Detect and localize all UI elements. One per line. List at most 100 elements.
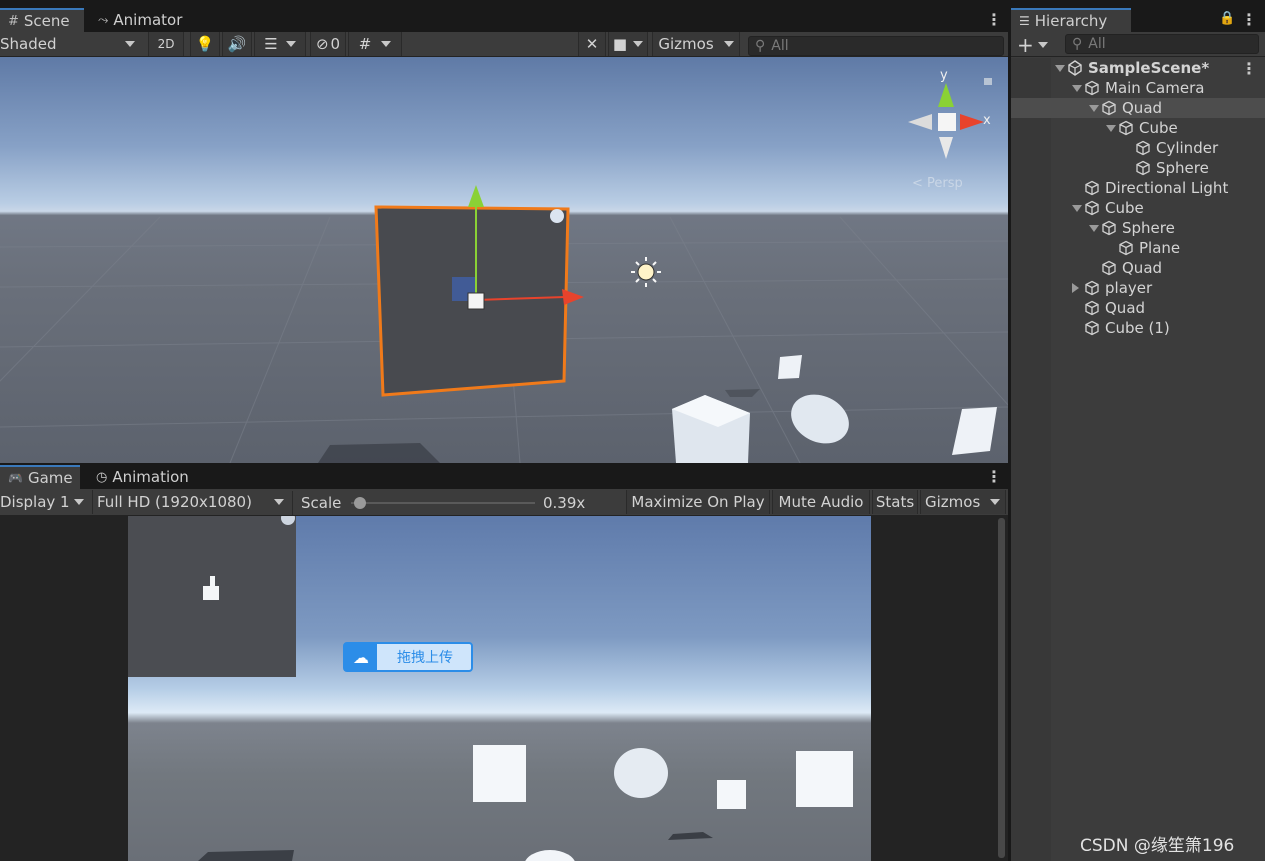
expand-down-icon[interactable]	[1055, 64, 1067, 72]
tab-game[interactable]: 🎮 Game	[0, 465, 80, 489]
stats-button[interactable]: Stats	[872, 490, 918, 514]
x-arrow-icon[interactable]	[562, 289, 584, 305]
cube-icon	[1085, 280, 1099, 296]
eye-slash-icon: ⊘	[315, 35, 329, 53]
effects-dropdown[interactable]: ☰	[254, 32, 306, 56]
chevron-down-icon	[381, 41, 392, 47]
game-viewport[interactable]: ☁ 拖拽上传	[128, 516, 871, 861]
hierarchy-item-label: Cube	[1105, 199, 1144, 217]
grid-snap-dropdown[interactable]: #	[348, 32, 402, 56]
hierarchy-item[interactable]: player	[1011, 278, 1265, 298]
chevron-down-icon	[1037, 42, 1048, 48]
tab-scene[interactable]: # Scene	[0, 8, 84, 32]
scene-menu-icon[interactable]: ⋮	[986, 10, 1002, 29]
camera-dropdown[interactable]: ■	[608, 32, 648, 56]
hierarchy-item[interactable]: Sphere	[1011, 218, 1265, 238]
mute-audio-button[interactable]: Mute Audio	[772, 490, 870, 514]
game-gizmos-dropdown[interactable]: Gizmos	[920, 490, 1006, 514]
quad-sphere-mark	[550, 209, 564, 223]
hierarchy-search-input[interactable]: ⚲ All	[1065, 34, 1259, 54]
expand-down-icon[interactable]	[1072, 84, 1084, 92]
hierarchy-item[interactable]: Cube	[1011, 118, 1265, 138]
sphere-object[interactable]	[783, 385, 857, 452]
player-pillar	[210, 576, 215, 588]
hierarchy-item[interactable]: Main Camera	[1011, 78, 1265, 98]
player-cube	[203, 586, 219, 600]
hierarchy-item[interactable]: SampleScene* ⋮	[1011, 58, 1265, 78]
display-dropdown[interactable]: Display 1	[0, 490, 90, 514]
hierarchy-tree: SampleScene* ⋮ Main Camera Quad Cube Cylinder…	[1011, 58, 1265, 861]
sun-icon[interactable]	[631, 257, 661, 287]
hierarchy-item-label: player	[1105, 279, 1153, 297]
scene-search-wrap: ⚲ All	[748, 34, 1004, 58]
hierarchy-item[interactable]: Directional Light	[1011, 178, 1265, 198]
upload-badge[interactable]: ☁ 拖拽上传	[343, 642, 473, 672]
scene-viewport[interactable]: y x < Persp	[0, 57, 1008, 463]
plane-object[interactable]	[952, 407, 997, 455]
scene-search-input[interactable]: ⚲ All	[748, 36, 1004, 56]
unity-scene-icon	[1068, 60, 1082, 76]
shading-mode-dropdown[interactable]: Shaded	[0, 32, 145, 56]
hierarchy-item[interactable]: Sphere	[1011, 158, 1265, 178]
hidden-objects-toggle[interactable]: ⊘ 0	[310, 32, 346, 56]
hierarchy-panel: ☰ Hierarchy 🔒 ⋮ + ⚲ All SampleScene* ⋮ Mai…	[1011, 8, 1265, 861]
expand-right-icon[interactable]	[1072, 283, 1084, 293]
tools-button[interactable]: ✕	[578, 32, 606, 56]
scale-slider-thumb[interactable]	[354, 497, 367, 509]
gamepad-icon: 🎮	[8, 471, 23, 485]
tools-icon: ✕	[585, 35, 599, 53]
game-menu-icon[interactable]: ⋮	[986, 467, 1002, 486]
hierarchy-menu-icon[interactable]: ⋮	[1241, 10, 1257, 29]
cube-icon	[1085, 180, 1099, 196]
create-dropdown[interactable]: +	[1017, 33, 1048, 57]
cube-icon	[1085, 200, 1099, 216]
scene-gizmos-dropdown[interactable]: Gizmos	[652, 32, 740, 56]
game-canvas	[128, 516, 853, 861]
expand-down-icon[interactable]	[1072, 204, 1084, 212]
2d-toggle-button[interactable]: 2D	[148, 32, 184, 56]
hierarchy-item-label: Plane	[1139, 239, 1181, 257]
lighting-toggle-button[interactable]: 💡	[190, 32, 220, 56]
game-toolbar: Display 1 Full HD (1920x1080) Scale 0.39…	[0, 489, 1008, 516]
expand-down-icon[interactable]	[1106, 124, 1118, 132]
hierarchy-item[interactable]: Cylinder	[1011, 138, 1265, 158]
cube-object	[473, 745, 526, 802]
expand-down-icon[interactable]	[1089, 224, 1101, 232]
chevron-down-icon	[633, 41, 644, 47]
tab-animation[interactable]: ◷ Animation	[88, 465, 200, 489]
cube-icon	[1102, 220, 1116, 236]
expand-down-icon[interactable]	[1089, 104, 1101, 112]
hierarchy-toolbar: + ⚲ All	[1011, 32, 1265, 57]
hierarchy-item[interactable]: Quad	[1011, 258, 1265, 278]
hierarchy-item[interactable]: Plane	[1011, 238, 1265, 258]
maximize-on-play-button[interactable]: Maximize On Play	[626, 490, 770, 514]
game-scrollbar[interactable]	[998, 518, 1005, 858]
move-center-handle[interactable]	[467, 292, 485, 310]
search-icon: ⚲	[1072, 36, 1083, 52]
resolution-dropdown[interactable]: Full HD (1920x1080)	[92, 490, 288, 514]
chevron-down-icon	[125, 41, 135, 47]
hierarchy-item[interactable]: Quad	[1011, 298, 1265, 318]
persp-label[interactable]: < Persp	[912, 176, 963, 191]
layers-icon: ☰	[264, 35, 278, 53]
hierarchy-item[interactable]: Cube	[1011, 198, 1265, 218]
tab-hierarchy[interactable]: ☰ Hierarchy	[1011, 8, 1131, 32]
cube-icon	[1085, 300, 1099, 316]
hierarchy-item[interactable]: Cube (1)	[1011, 318, 1265, 338]
y-arrow-icon[interactable]	[468, 185, 484, 207]
small-quad[interactable]	[778, 355, 802, 379]
tab-animator[interactable]: ⤳ Animator	[90, 8, 190, 32]
audio-toggle-button[interactable]: 🔊	[222, 32, 252, 56]
orientation-gizmo[interactable]	[908, 83, 984, 159]
scale-slider-track[interactable]	[351, 497, 535, 509]
lock-icon[interactable]: 🔒	[1219, 11, 1235, 26]
hierarchy-item-label: Quad	[1122, 259, 1163, 277]
cube-icon	[1085, 80, 1099, 96]
baidu-cloud-icon: ☁	[345, 644, 377, 670]
scene-options-icon[interactable]: ⋮	[1241, 59, 1257, 78]
small-quad	[717, 780, 746, 809]
hierarchy-item-label: SampleScene*	[1088, 59, 1210, 77]
lock-icon[interactable]	[984, 78, 992, 85]
hierarchy-item[interactable]: Quad	[1011, 98, 1265, 118]
title-strip	[0, 0, 1265, 8]
